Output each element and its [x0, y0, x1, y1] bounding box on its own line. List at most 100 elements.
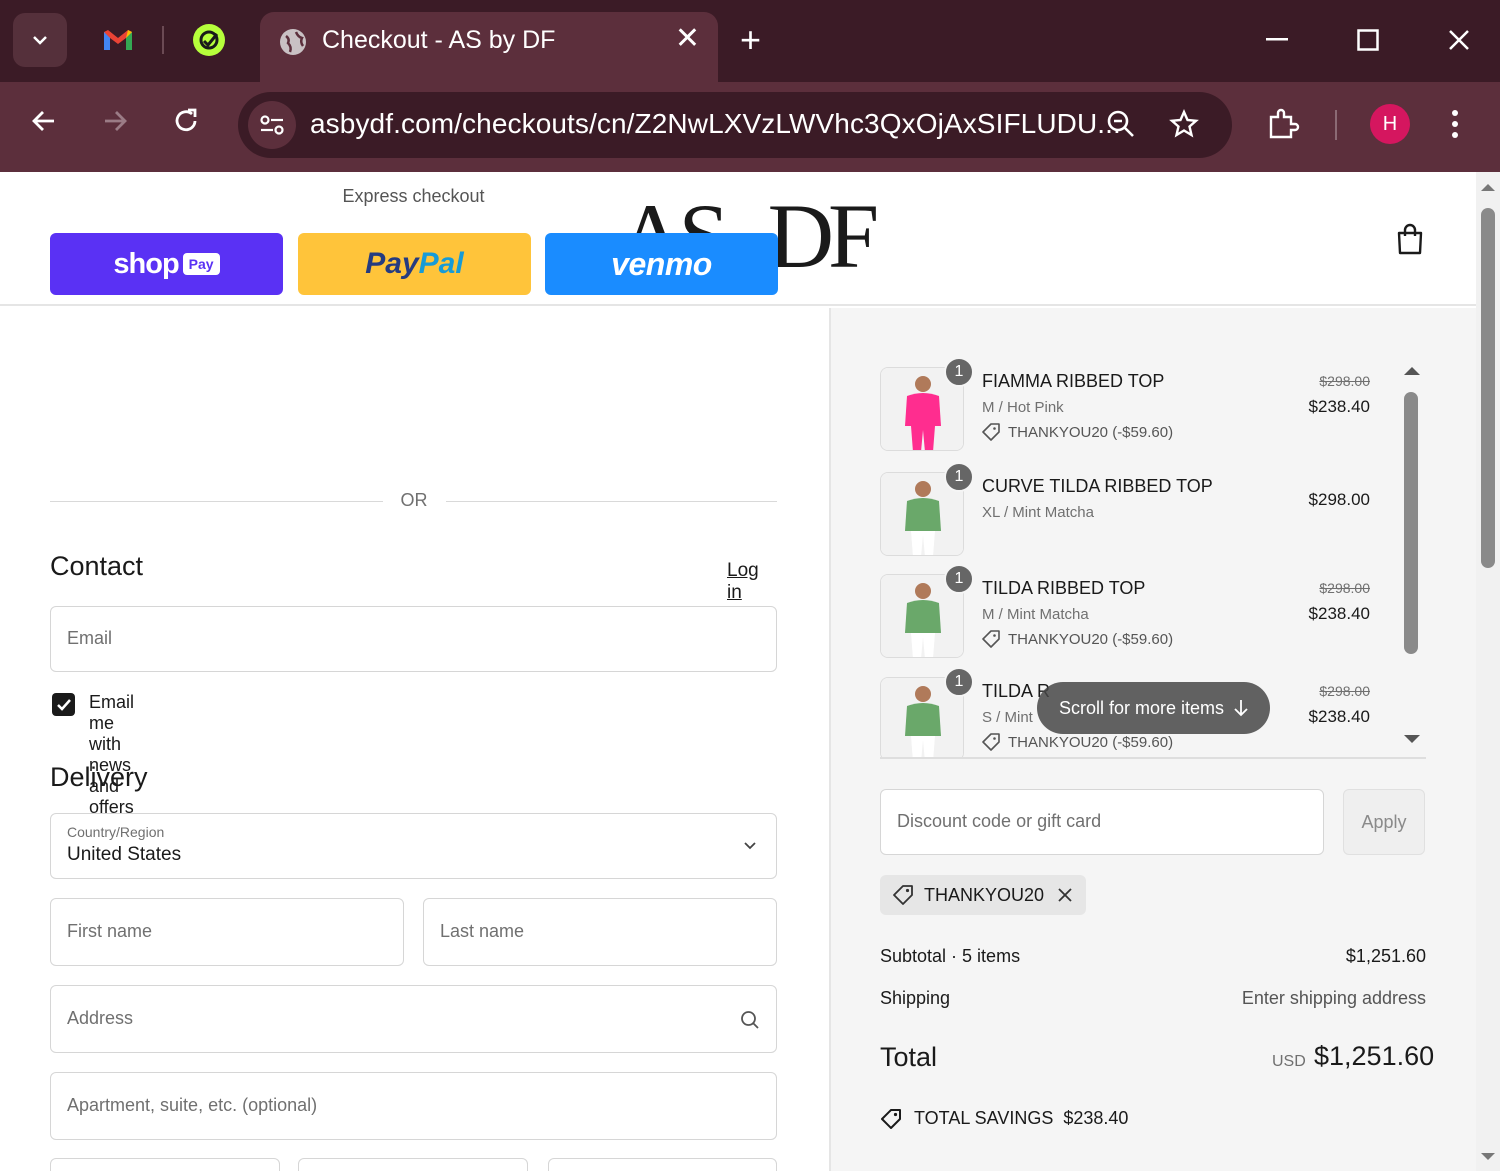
scroll-up-icon[interactable] — [1403, 366, 1421, 376]
product-name: FIAMMA RIBBED TOP — [982, 371, 1165, 391]
savings-label: TOTAL SAVINGS — [914, 1107, 1054, 1128]
tab-bar: Checkout - AS by DF ✕ + — [0, 0, 1500, 82]
tag-icon — [881, 1109, 901, 1129]
tag-icon — [982, 423, 1000, 441]
paypal-part1: Pay — [365, 247, 419, 280]
first-name-field[interactable]: First name — [50, 898, 404, 966]
product-variant: M / Hot Pink — [982, 399, 1064, 416]
page-scrollbar[interactable] — [1476, 172, 1500, 1171]
newsletter-label[interactable]: Email me with news and offers — [89, 692, 134, 818]
address-field[interactable]: Address — [50, 985, 777, 1053]
subtotal-row: Subtotal · 5 items $1,251.60 — [880, 946, 1426, 967]
contact-heading: Contact — [50, 551, 144, 581]
or-divider-text: OR — [400, 490, 428, 510]
discounted-price: $238.40 — [1308, 707, 1370, 726]
subtotal-label: Subtotal · 5 items — [880, 946, 1021, 966]
page-scroll-thumb[interactable] — [1481, 208, 1495, 568]
new-tab-button[interactable]: + — [740, 22, 761, 58]
last-name-field[interactable]: Last name — [423, 898, 777, 966]
toolbar-separator — [1335, 110, 1337, 140]
forward-icon[interactable] — [101, 107, 129, 135]
tab-separator — [162, 26, 164, 54]
shipping-label: Shipping — [880, 988, 951, 1008]
shop-pay-button[interactable]: shop Pay — [50, 233, 283, 295]
express-checkout-label: Express checkout — [342, 186, 485, 206]
quantity-badge: 1 — [944, 564, 974, 594]
item-price: $298.00 — [1308, 490, 1370, 509]
apply-discount-button[interactable]: Apply — [1343, 789, 1425, 855]
city-field[interactable] — [50, 1158, 280, 1171]
email-field[interactable]: Email — [50, 606, 777, 672]
discounted-price: $238.40 — [1308, 604, 1370, 623]
divider-left — [50, 501, 383, 502]
country-select[interactable]: Country/Region United States — [50, 813, 777, 879]
original-price: $298.00 — [1319, 580, 1370, 596]
tab-checkout[interactable]: Checkout - AS by DF ✕ — [260, 12, 718, 82]
scroll-for-more-label: Scroll for more items — [1058, 697, 1225, 718]
more-menu-icon[interactable] — [1450, 108, 1460, 140]
paypal-button[interactable]: PayPal — [298, 233, 531, 295]
discount-code-field[interactable]: Discount code or gift card — [880, 789, 1324, 855]
arrow-down-icon — [1234, 700, 1248, 717]
venmo-wordmark: venmo — [611, 245, 712, 282]
product-variant: XL / Mint Matcha — [982, 504, 1094, 521]
shipping-value: Enter shipping address — [1241, 988, 1426, 1008]
gmail-icon — [104, 30, 132, 50]
login-link[interactable]: Log in — [727, 560, 759, 604]
subtotal-value: $1,251.60 — [1345, 946, 1426, 966]
page-scroll-down-icon[interactable] — [1480, 1152, 1496, 1162]
product-name: TILDA RIBBED TOP — [982, 578, 1146, 598]
apartment-field[interactable]: Apartment, suite, etc. (optional) — [50, 1072, 777, 1140]
paypal-part2: Pal — [418, 247, 464, 280]
divider-right — [446, 501, 777, 502]
discount-placeholder: Discount code or gift card — [897, 811, 1102, 831]
remove-code-icon[interactable] — [1058, 888, 1072, 902]
items-scroll-thumb[interactable] — [1404, 392, 1418, 654]
quantity-badge: 1 — [944, 357, 974, 387]
tag-icon — [893, 885, 913, 905]
pinned-tab-grammarly[interactable] — [189, 20, 229, 60]
window-close-icon[interactable] — [1448, 29, 1470, 51]
scroll-down-icon[interactable] — [1403, 734, 1421, 744]
item-discount: THANKYOU20 (-$59.60) — [982, 733, 1173, 751]
extensions-icon[interactable] — [1266, 107, 1300, 141]
close-tab-icon[interactable]: ✕ — [675, 24, 700, 54]
back-icon[interactable] — [30, 107, 58, 135]
page-scroll-up-icon[interactable] — [1480, 182, 1496, 192]
tag-icon — [982, 630, 1000, 648]
quantity-badge: 1 — [944, 667, 974, 697]
item-discount: THANKYOU20 (-$59.60) — [982, 423, 1173, 441]
site-info-button[interactable] — [248, 101, 296, 149]
last-name-placeholder: Last name — [440, 921, 525, 941]
venmo-button[interactable]: venmo — [545, 233, 778, 295]
reload-icon[interactable] — [172, 107, 200, 135]
item-discount: THANKYOU20 (-$59.60) — [982, 630, 1173, 648]
maximize-icon[interactable] — [1357, 29, 1379, 51]
minimize-icon[interactable] — [1266, 38, 1288, 42]
item-discount-text: THANKYOU20 (-$59.60) — [1008, 423, 1174, 441]
shop-pay-wordmark: shop — [113, 247, 179, 280]
search-icon — [741, 1011, 759, 1029]
tune-icon — [260, 115, 284, 135]
newsletter-checkbox[interactable] — [52, 693, 75, 716]
original-price: $298.00 — [1319, 683, 1370, 699]
state-field[interactable] — [298, 1158, 528, 1171]
chevron-down-icon — [33, 36, 47, 45]
logo-df: DF — [767, 185, 880, 287]
tab-search-button[interactable] — [13, 13, 67, 67]
zip-field[interactable] — [548, 1158, 777, 1171]
zoom-icon[interactable] — [1106, 109, 1136, 139]
scroll-for-more-button[interactable]: Scroll for more items — [1037, 682, 1270, 734]
quantity-badge: 1 — [944, 462, 974, 492]
product-name: CURVE TILDA RIBBED TOP — [982, 476, 1213, 496]
product-variant: S / Mint — [982, 709, 1033, 726]
pinned-tab-gmail[interactable] — [98, 20, 138, 60]
profile-avatar[interactable]: H — [1370, 104, 1410, 144]
shopping-bag-icon[interactable] — [1394, 222, 1426, 256]
bookmark-star-icon[interactable] — [1169, 109, 1199, 139]
total-currency: USD — [1272, 1053, 1306, 1070]
address-bar[interactable]: asbydf.com/checkouts/cn/Z2NwLXVzLWVhc3Qx… — [238, 92, 1232, 158]
line-item: 1 FIAMMA RIBBED TOP M / Hot Pink THANKYOU20… — [880, 357, 1400, 451]
item-discount-text: THANKYOU20 (-$59.60) — [1008, 733, 1174, 751]
country-value: United States — [67, 844, 182, 865]
